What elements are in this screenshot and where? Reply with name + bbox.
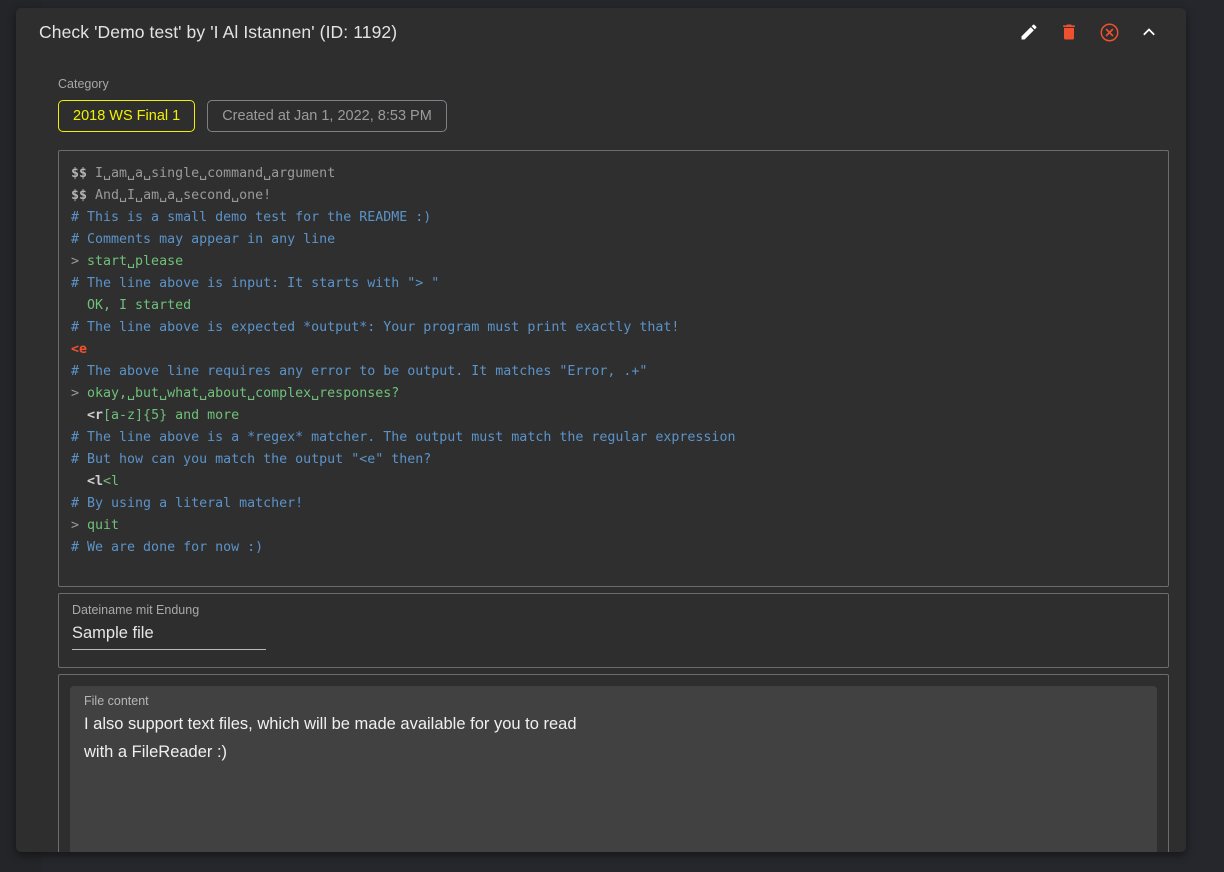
category-chip[interactable]: 2018 WS Final 1 (58, 100, 196, 132)
filename-panel: Dateiname mit Endung Sample file (58, 593, 1169, 668)
pencil-icon (1019, 22, 1039, 42)
chip-row: 2018 WS Final 1 Created at Jan 1, 2022, … (58, 100, 1184, 132)
delete-button[interactable] (1056, 19, 1082, 45)
header-actions (1016, 19, 1172, 45)
collapse-button[interactable] (1136, 19, 1162, 45)
category-section: Category 2018 WS Final 1 Created at Jan … (42, 66, 1184, 136)
filename-underline (72, 649, 266, 650)
trash-icon (1059, 22, 1079, 42)
chevron-up-icon (1139, 22, 1159, 42)
app-background: Check 'Demo test' by 'I Al Istannen' (ID… (0, 0, 1224, 872)
file-content-input[interactable]: File content I also support text files, … (70, 686, 1157, 852)
card-body: Category 2018 WS Final 1 Created at Jan … (42, 66, 1184, 852)
category-label: Category (58, 77, 109, 91)
file-content-value: I also support text files, which will be… (84, 715, 577, 761)
test-source-code: $$ I␣am␣a␣single␣command␣argument $$ And… (71, 166, 736, 555)
filename-value: Sample file (72, 624, 154, 642)
file-content-label: File content (84, 694, 149, 708)
filename-label: Dateiname mit Endung (72, 603, 200, 617)
cancel-button[interactable] (1096, 19, 1122, 45)
edit-button[interactable] (1016, 19, 1042, 45)
file-content-panel: File content I also support text files, … (58, 674, 1169, 852)
page-title: Check 'Demo test' by 'I Al Istannen' (ID… (39, 21, 398, 42)
test-source-panel: $$ I␣am␣a␣single␣command␣argument $$ And… (58, 150, 1169, 587)
circle-x-icon (1099, 22, 1120, 43)
check-card: Check 'Demo test' by 'I Al Istannen' (ID… (16, 8, 1186, 852)
card-header: Check 'Demo test' by 'I Al Istannen' (ID… (16, 8, 1186, 56)
filename-input[interactable]: Sample file (72, 619, 266, 650)
created-at-chip: Created at Jan 1, 2022, 8:53 PM (207, 100, 447, 132)
